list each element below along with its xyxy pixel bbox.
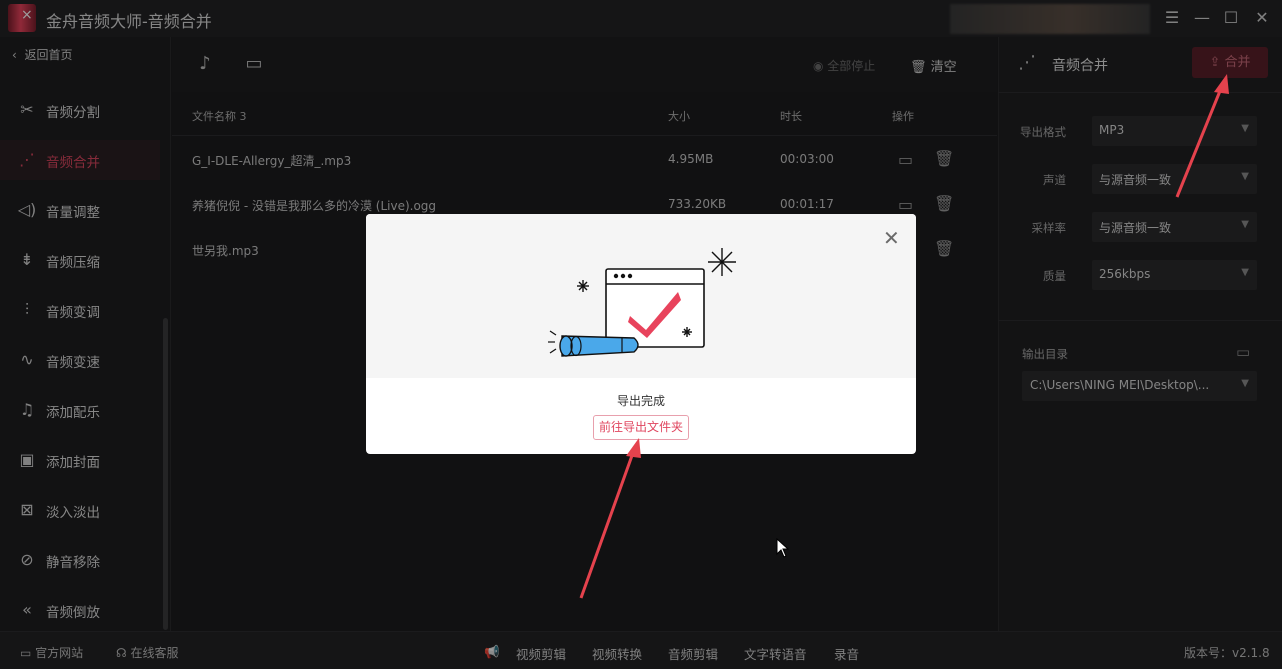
export-success-illustration <box>548 248 736 357</box>
dialog-illustration-area <box>366 214 916 378</box>
close-icon[interactable]: ✕ <box>883 226 900 250</box>
export-complete-message: 导出完成 <box>616 394 665 408</box>
mouse-cursor-icon <box>776 538 790 558</box>
open-export-folder-button[interactable]: 前往导出文件夹 <box>593 415 689 440</box>
export-complete-dialog: ✕ 导出完成 前往导出文件夹 <box>366 214 916 454</box>
